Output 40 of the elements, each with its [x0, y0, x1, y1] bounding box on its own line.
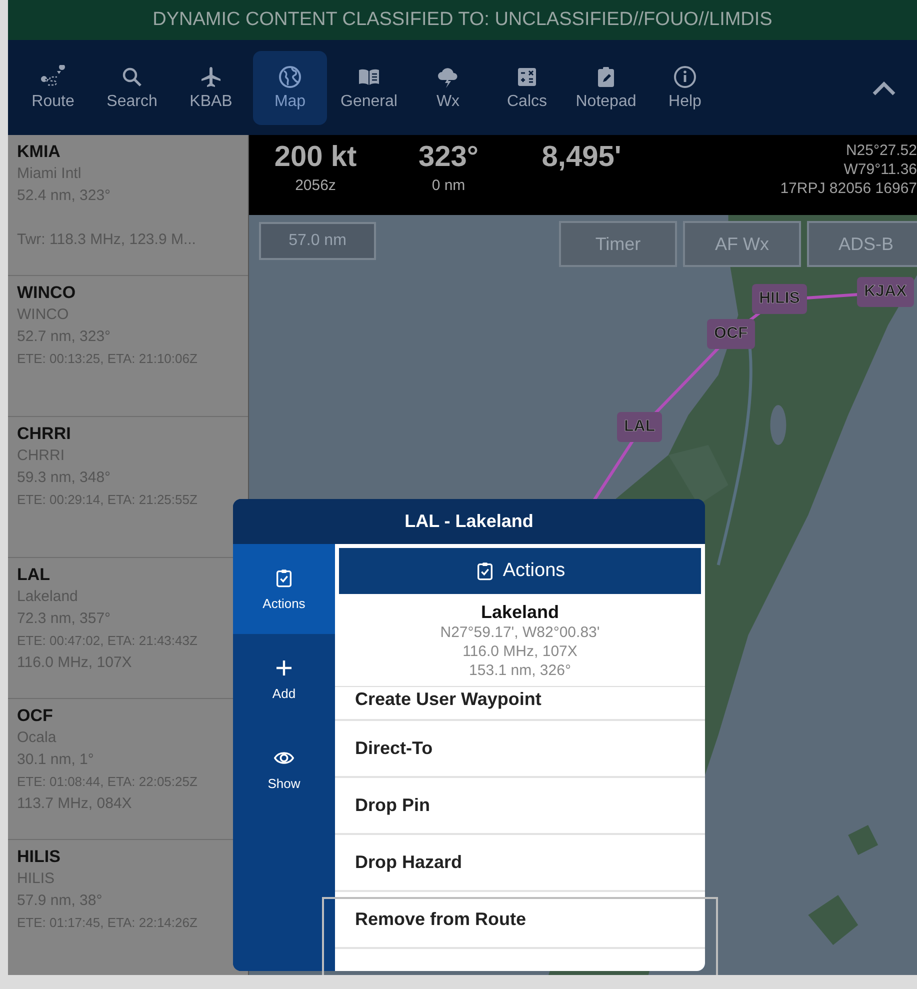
toolbar-button[interactable]: Calcs — [490, 50, 564, 124]
toolbar-button[interactable]: Search — [95, 50, 169, 124]
readout-label: 2056z — [295, 177, 336, 194]
toolbar-button[interactable]: KBAB — [174, 50, 248, 124]
place-detail: 116.0 MHz, 107X — [462, 642, 578, 661]
waypoint-ident: HILIS — [17, 846, 62, 868]
clipboard-check-icon — [274, 568, 294, 588]
position-text: W79°11.36 — [844, 160, 917, 179]
dialog-tab[interactable]: Actions — [233, 544, 335, 634]
place-name: Lakeland — [480, 602, 560, 623]
place-detail: 153.1 nm, 326° — [469, 661, 571, 680]
readout-value: 323° — [418, 141, 478, 174]
dialog-tab[interactable]: Show — [233, 724, 335, 814]
readout-value: 200 kt — [274, 141, 357, 174]
clipboard-check-icon — [474, 561, 495, 581]
route-icon — [41, 64, 65, 88]
readout-label: 0 nm — [432, 177, 466, 194]
section-title: Actions — [502, 560, 566, 582]
waypoint-ident: CHRRI — [17, 423, 72, 445]
toolbar-button[interactable]: Help — [648, 50, 722, 124]
position-text: N25°27.52 — [846, 141, 917, 160]
classification-banner: DYNAMIC CONTENT CLASSIFIED TO: UNCLASSIFIED//FOUO//LIMDIS — [8, 0, 917, 40]
waypoint-ident: OCF — [17, 705, 54, 727]
toolbar-button[interactable]: Map — [253, 50, 327, 124]
toolbar-button[interactable]: Wx — [411, 50, 485, 124]
dialog-tab[interactable]: Add — [233, 634, 335, 724]
waypoint-ident: KMIA — [17, 141, 62, 163]
dialog-title: LAL - Lakeland — [233, 499, 705, 544]
readout-value: 8,495' — [542, 141, 622, 174]
plus-icon — [274, 658, 294, 678]
toolbar-button[interactable]: Route — [16, 50, 90, 124]
place-detail: N27°59.17', W82°00.83' — [440, 623, 600, 642]
waypoint-ident: LAL — [17, 564, 52, 586]
position-text: 17RPJ 82056 16967 — [780, 179, 917, 198]
info-icon — [673, 64, 697, 88]
globe-icon — [278, 64, 302, 88]
waypoint-ident: WINCO — [17, 282, 77, 304]
toolbar-button[interactable]: General — [332, 50, 406, 124]
airplane-icon — [199, 64, 223, 88]
toolbar-button[interactable]: Notepad — [569, 50, 643, 124]
